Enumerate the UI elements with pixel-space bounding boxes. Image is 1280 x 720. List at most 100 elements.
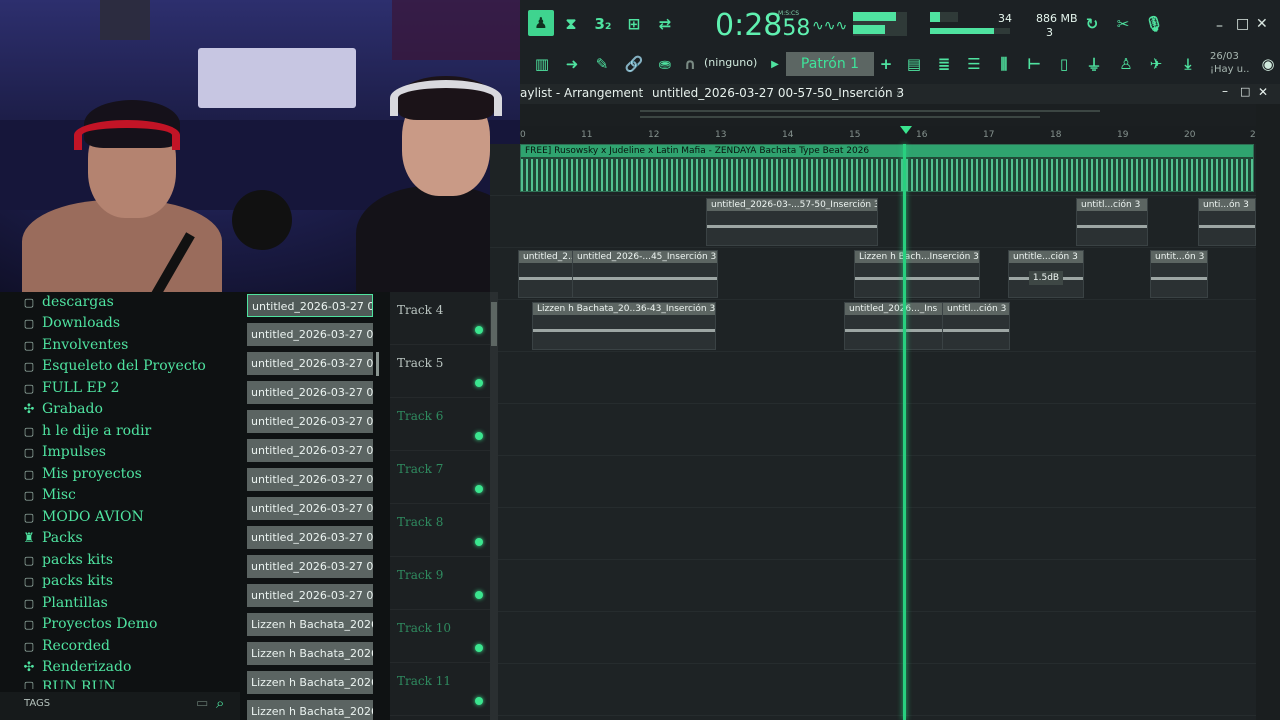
playlist-project[interactable]: untitled_2026-03-27 00-57-50_Inserción 3 [652, 86, 904, 100]
audio-clip[interactable]: untitled_2026-03-...57-50_Inserción 3 [706, 198, 878, 246]
file-item[interactable]: untitled_2026-03-27 01-... [247, 410, 373, 433]
track-mute-led[interactable] [475, 644, 483, 652]
file-item[interactable]: untitled_2026-03-27 01-... [247, 555, 373, 578]
loop-record-icon[interactable]: ⇄ [651, 10, 679, 38]
folder-item[interactable]: ▢ Downloads [22, 313, 120, 333]
track-mute-led[interactable] [475, 697, 483, 705]
folder-item[interactable]: ✣ Renderizado [22, 657, 132, 677]
file-item[interactable]: Lizzen h Bachata_2026-0... [247, 671, 373, 694]
file-item[interactable]: untitled_2026-03-27 01-... [247, 352, 373, 375]
file-item[interactable]: untitled_2026-03-27 01-... [247, 439, 373, 462]
folder-item[interactable]: ▢ Mis proyectos [22, 464, 142, 484]
audio-clip[interactable]: untitle...ción 3 1.5dB [1008, 250, 1084, 298]
track-header[interactable]: Track 4 [390, 292, 490, 345]
track-lane[interactable]: FREE] Rusowsky x Judeline x Latin Mafia … [490, 144, 1256, 196]
audio-clip[interactable]: untitled_2...ns [518, 250, 574, 298]
headphone-icon[interactable]: ∩ [680, 50, 700, 78]
audio-clip[interactable]: untitl...ción 3 [1076, 198, 1148, 246]
file-list-scrollbar[interactable] [376, 352, 379, 376]
oscilloscope-icon[interactable]: ∿∿∿ [812, 18, 847, 34]
playhead[interactable] [903, 144, 906, 720]
brush-icon[interactable]: ✎ [588, 50, 616, 78]
track-mute-led[interactable] [475, 432, 483, 440]
track-lane[interactable] [490, 612, 1256, 664]
timeline-ruler[interactable]: 0 11 12 13 14 15 16 17 18 19 20 2 [520, 126, 1260, 144]
track-mute-led[interactable] [475, 379, 483, 387]
pattern-selector[interactable]: Patrón 1 [786, 52, 874, 76]
track-lane[interactable] [490, 664, 1256, 716]
file-item[interactable]: Lizzen h Bachata_2026-0... [247, 642, 373, 665]
folder-item[interactable]: ▢ RUN RUN [22, 679, 116, 689]
track-lane[interactable]: Lizzen h Bachata_20..36-43_Inserción 3 u… [490, 300, 1256, 352]
playlist-icon[interactable]: ▤ [900, 50, 928, 78]
track-scroll-knob[interactable] [491, 302, 497, 346]
piano-roll-icon[interactable]: ▥ [528, 50, 556, 78]
track-header[interactable]: Track 11 [390, 663, 490, 716]
play-arrow-icon[interactable]: ▶ [766, 50, 784, 78]
file-item[interactable]: Lizzen h Bachata_2026-0... [247, 613, 373, 636]
track-lane[interactable]: untitled_2...ns untitled_2026-...45_Inse… [490, 248, 1256, 300]
folder-item[interactable]: ▢ FULL EP 2 [22, 378, 120, 398]
maximize-icon[interactable]: □ [1236, 16, 1249, 32]
folder-item[interactable]: ▢ Proyectos Demo [22, 614, 158, 634]
track-scroll-strip[interactable] [490, 292, 498, 720]
track-lane[interactable] [490, 456, 1256, 508]
track-header[interactable]: Track 10 [390, 610, 490, 663]
link-icon[interactable]: 🔗 [620, 50, 648, 78]
folder-item[interactable]: ▢ MODO AVION [22, 507, 144, 527]
track-lane[interactable] [490, 352, 1256, 404]
file-item[interactable]: untitled_2026-03-27 01-... [247, 468, 373, 491]
track-mute-led[interactable] [475, 591, 483, 599]
file-item[interactable]: untitled_2026-03-27 00-... [247, 294, 373, 317]
playhead-marker[interactable] [900, 126, 912, 134]
file-item[interactable]: untitled_2026-03-27 01-... [247, 526, 373, 549]
folder-item[interactable]: ▢ Impulses [22, 442, 106, 462]
folder-item[interactable]: ▢ h le dije a rodir [22, 421, 151, 441]
audio-clip[interactable]: untit...ón 3 [1150, 250, 1208, 298]
track-header[interactable]: Track 7 [390, 451, 490, 504]
track-lane[interactable] [490, 560, 1256, 612]
folder-item[interactable]: ▢ packs kits [22, 571, 113, 591]
minimize-icon[interactable]: – [1222, 84, 1228, 98]
audio-clip[interactable]: untitled_2026..._Ins [844, 302, 944, 350]
close-icon[interactable]: ✕ [1258, 85, 1268, 99]
vertical-scrollbar[interactable] [1256, 104, 1280, 720]
mixer-icon[interactable]: ☰ [960, 50, 988, 78]
track-mute-led[interactable] [475, 485, 483, 493]
audio-clip[interactable]: FREE] Rusowsky x Judeline x Latin Mafia … [520, 144, 1254, 192]
browser-tree-icon[interactable]: ⊢ [1020, 50, 1048, 78]
add-pattern-icon[interactable]: + [876, 50, 896, 78]
folder-item[interactable]: ▢ descargas [22, 292, 114, 312]
track-lane[interactable]: untitled_2026-03-...57-50_Inserción 3 un… [490, 196, 1256, 248]
folder-item[interactable]: ▢ Plantillas [22, 593, 108, 613]
sliders-icon[interactable]: ⫼ [990, 50, 1018, 78]
playlist-tracks[interactable]: FREE] Rusowsky x Judeline x Latin Mafia … [490, 144, 1256, 720]
person-icon[interactable]: ♙ [1112, 50, 1140, 78]
track-header[interactable]: Track 8 [390, 504, 490, 557]
arrow-right-icon[interactable]: ➜ [558, 50, 586, 78]
file-item[interactable]: untitled_2026-03-27 01-... [247, 381, 373, 404]
file-item[interactable]: untitled_2026-03-27 01-... [247, 584, 373, 607]
audio-clip[interactable]: untitl...ción 3 [942, 302, 1010, 350]
folder-item[interactable]: ▢ Recorded [22, 636, 110, 656]
close-icon[interactable]: ✕ [1256, 16, 1268, 32]
tools-icon[interactable]: ✂ [1109, 10, 1137, 38]
audio-clip[interactable]: Lizzen h Bach...Inserción 3 [854, 250, 980, 298]
file-item[interactable]: untitled_2026-03-27 01-... [247, 323, 373, 346]
undo-icon[interactable]: ↻ [1078, 10, 1106, 38]
playlist-overview[interactable] [520, 104, 1260, 126]
stamp-icon[interactable]: ⛂ [651, 50, 679, 78]
folder-item[interactable]: ▢ Misc [22, 485, 76, 505]
tags-label[interactable]: TAGS [24, 698, 50, 709]
download-icon[interactable]: ⤓ [1174, 50, 1202, 78]
track-header[interactable]: Track 5 [390, 345, 490, 398]
minimize-icon[interactable]: – [1216, 18, 1223, 34]
track-lane[interactable] [490, 404, 1256, 456]
track-mute-led[interactable] [475, 538, 483, 546]
track-header[interactable]: Track 6 [390, 398, 490, 451]
audio-clip[interactable]: untitled_2026-...45_Inserción 3 [572, 250, 718, 298]
folder-item[interactable]: ▢ Esqueleto del Proyecto [22, 356, 206, 376]
maximize-icon[interactable]: □ [1240, 85, 1250, 98]
plugin-icon[interactable]: ⏚ [1080, 50, 1108, 78]
track-lane[interactable] [490, 508, 1256, 560]
